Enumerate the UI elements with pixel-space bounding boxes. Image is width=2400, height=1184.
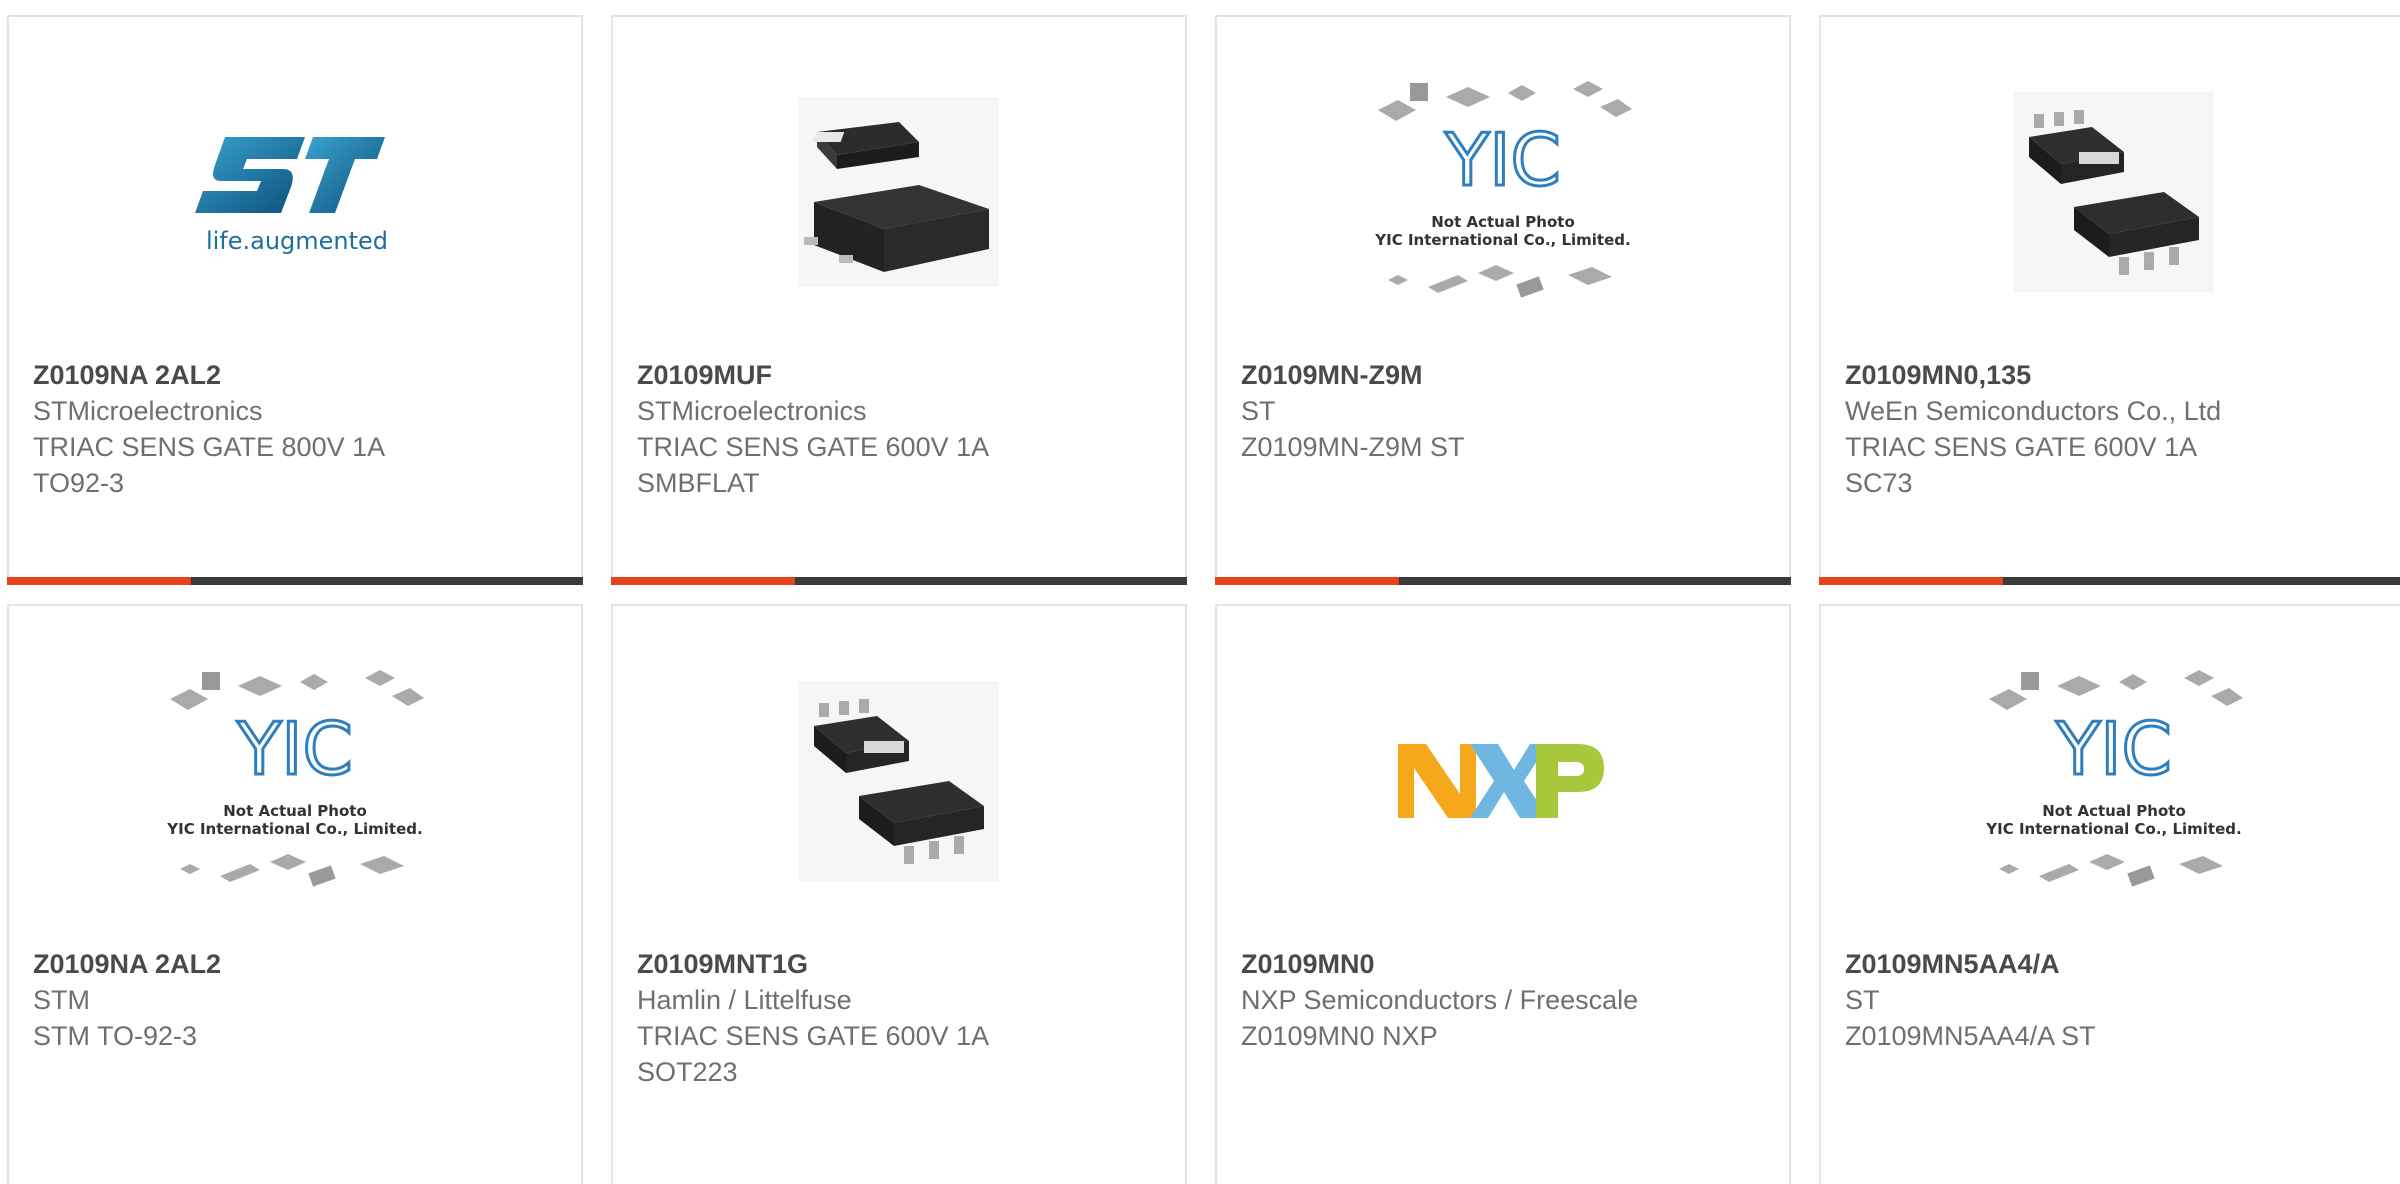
svg-text:Not Actual Photo: Not Actual Photo [1431, 213, 1575, 231]
manufacturer: WeEn Semiconductors Co., Ltd [1845, 396, 2222, 426]
product-card[interactable]: life.augmented Z0109NA 2AL2 STMicroelect… [7, 15, 583, 585]
nxp-logo [1217, 666, 1789, 896]
manufacturer: STMicroelectronics [637, 396, 867, 426]
svg-text:YIC International Co., Limited: YIC International Co., Limited. [1985, 820, 2241, 838]
svg-text:YIC International Co., Limited: YIC International Co., Limited. [166, 820, 422, 838]
description: Z0109MN5AA4/A ST [1845, 1021, 2096, 1051]
part-number[interactable]: Z0109NA 2AL2 [33, 946, 561, 982]
svg-text:YIC: YIC [1444, 118, 1561, 202]
description: TRIAC SENS GATE 600V 1A [637, 1021, 990, 1051]
product-card[interactable]: Z0109MN0,135 WeEn Semiconductors Co., Lt… [1819, 15, 2400, 585]
package: SC73 [1845, 468, 1913, 498]
yic-placeholder-image: YIC Not Actual Photo YIC International C… [1217, 77, 1789, 307]
card-accent-bar [611, 577, 1187, 585]
product-info: Z0109MN5AA4/A ST Z0109MN5AA4/A ST [1845, 946, 2387, 1054]
manufacturer: ST [1241, 396, 1276, 426]
part-number[interactable]: Z0109MUF [637, 357, 1165, 393]
card-accent-bar [7, 577, 583, 585]
product-info: Z0109MN-Z9M ST Z0109MN-Z9M ST [1241, 357, 1769, 465]
product-card[interactable]: YIC Not Actual Photo YIC International C… [1215, 15, 1791, 585]
st-logo: life.augmented [9, 77, 581, 307]
product-info: Z0109MNT1G Hamlin / Littelfuse TRIAC SEN… [637, 946, 1165, 1090]
product-info: Z0109MN0,135 WeEn Semiconductors Co., Lt… [1845, 357, 2387, 501]
product-info: Z0109NA 2AL2 STM STM TO-92-3 [33, 946, 561, 1054]
svg-text:YIC International Co., Limited: YIC International Co., Limited. [1374, 231, 1630, 249]
yic-placeholder-image: YIC Not Actual Photo YIC International C… [9, 666, 581, 896]
manufacturer: STM [33, 985, 90, 1015]
package: TO92-3 [33, 468, 125, 498]
product-card[interactable]: Z0109MNT1G Hamlin / Littelfuse TRIAC SEN… [611, 604, 1187, 1184]
card-accent-bar [1819, 577, 2400, 585]
product-info: Z0109MUF STMicroelectronics TRIAC SENS G… [637, 357, 1165, 501]
part-number[interactable]: Z0109MNT1G [637, 946, 1165, 982]
yic-placeholder-image: YIC Not Actual Photo YIC International C… [1821, 666, 2400, 896]
manufacturer: ST [1845, 985, 1880, 1015]
product-card[interactable]: Z0109MUF STMicroelectronics TRIAC SENS G… [611, 15, 1187, 585]
svg-text:Not Actual Photo: Not Actual Photo [2042, 802, 2186, 820]
description: Z0109MN-Z9M ST [1241, 432, 1465, 462]
svg-text:YIC: YIC [236, 707, 353, 791]
product-info: Z0109MN0 NXP Semiconductors / Freescale … [1241, 946, 1769, 1054]
product-card[interactable]: YIC Not Actual Photo YIC International C… [1819, 604, 2400, 1184]
manufacturer: STMicroelectronics [33, 396, 263, 426]
description: TRIAC SENS GATE 600V 1A [1845, 432, 2198, 462]
product-info: Z0109NA 2AL2 STMicroelectronics TRIAC SE… [33, 357, 561, 501]
product-grid: life.augmented Z0109NA 2AL2 STMicroelect… [0, 0, 2400, 1184]
part-number[interactable]: Z0109MN-Z9M [1241, 357, 1769, 393]
part-number[interactable]: Z0109NA 2AL2 [33, 357, 561, 393]
description: TRIAC SENS GATE 600V 1A [637, 432, 990, 462]
package: SOT223 [637, 1057, 738, 1087]
svg-text:Not Actual Photo: Not Actual Photo [223, 802, 367, 820]
smbflat-package-image [613, 77, 1185, 307]
manufacturer: NXP Semiconductors / Freescale [1241, 985, 1639, 1015]
manufacturer: Hamlin / Littelfuse [637, 985, 852, 1015]
product-card[interactable]: YIC Not Actual Photo YIC International C… [7, 604, 583, 1184]
description: Z0109MN0 NXP [1241, 1021, 1438, 1051]
part-number[interactable]: Z0109MN5AA4/A [1845, 946, 2387, 982]
sot223-package-image [1821, 77, 2400, 307]
product-card[interactable]: Z0109MN0 NXP Semiconductors / Freescale … [1215, 604, 1791, 1184]
part-number[interactable]: Z0109MN0 [1241, 946, 1769, 982]
package: SMBFLAT [637, 468, 760, 498]
description: STM TO-92-3 [33, 1021, 198, 1051]
description: TRIAC SENS GATE 800V 1A [33, 432, 386, 462]
sot223-package-image [613, 666, 1185, 896]
card-accent-bar [1215, 577, 1791, 585]
svg-text:YIC: YIC [2055, 707, 2172, 791]
svg-text:life.augmented: life.augmented [206, 227, 388, 255]
part-number[interactable]: Z0109MN0,135 [1845, 357, 2387, 393]
